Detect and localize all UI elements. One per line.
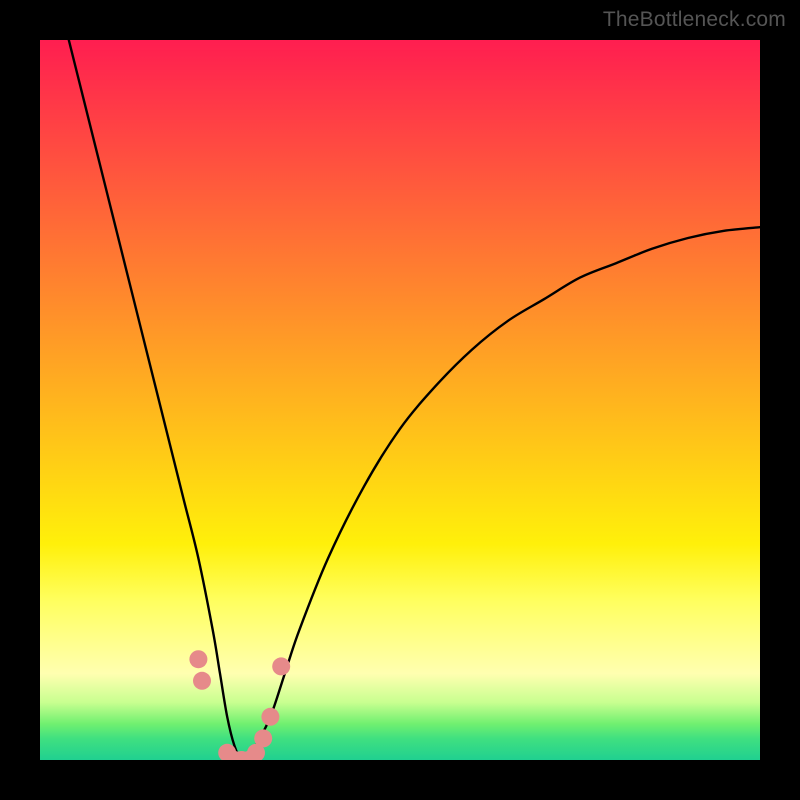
watermark-text: TheBottleneck.com: [603, 8, 786, 32]
curve-marker: [254, 729, 272, 747]
curve-marker: [272, 657, 290, 675]
plot-area: [40, 40, 760, 760]
curve-marker: [193, 672, 211, 690]
curve-svg: [40, 40, 760, 760]
bottleneck-curve: [69, 40, 760, 760]
curve-marker: [189, 650, 207, 668]
chart-frame: TheBottleneck.com: [0, 0, 800, 800]
curve-marker: [261, 708, 279, 726]
